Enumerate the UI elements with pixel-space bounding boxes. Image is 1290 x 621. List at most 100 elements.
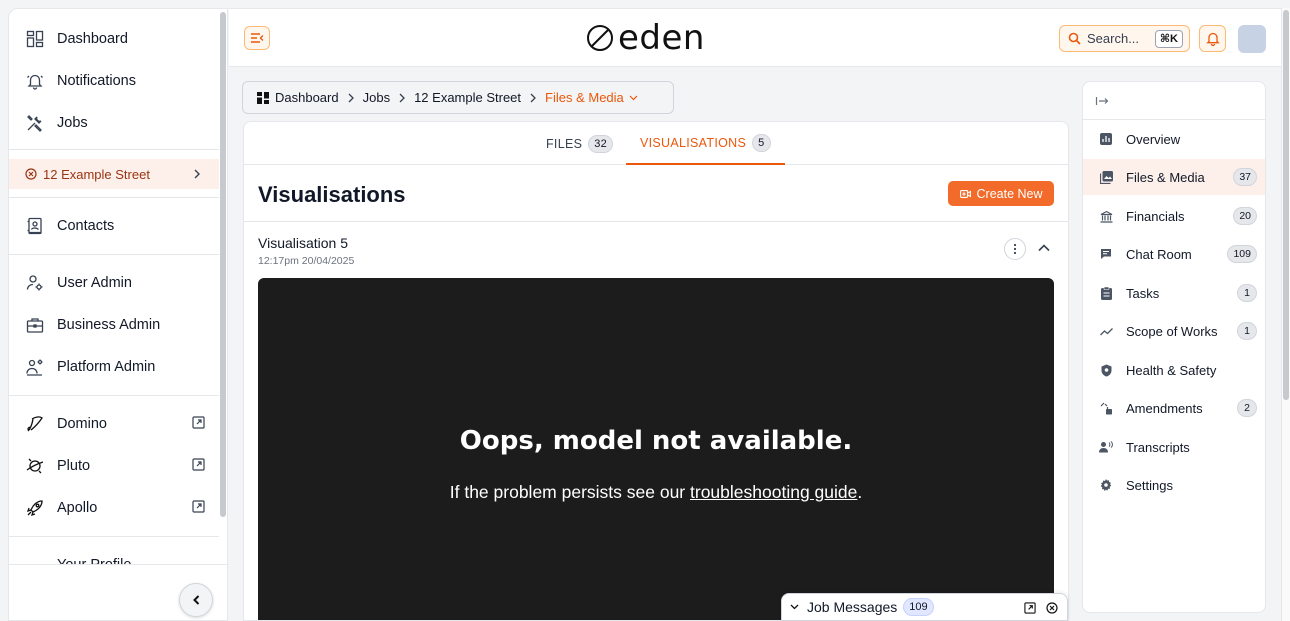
- sidebar-item-current-job[interactable]: 12 Example Street: [9, 159, 219, 189]
- close-circle-icon[interactable]: [1046, 602, 1058, 614]
- external-link-icon[interactable]: [1024, 602, 1036, 614]
- search-shortcut: ⌘K: [1154, 30, 1183, 48]
- search-button[interactable]: Search... ⌘K: [1059, 25, 1190, 52]
- sidebar-item-label: User Admin: [57, 275, 132, 291]
- logo-mark-icon: [584, 22, 616, 54]
- sidebar-item-label: Jobs: [57, 115, 88, 131]
- breadcrumb: Dashboard Jobs 12 Example Street Files &…: [242, 81, 674, 114]
- nav-item-label: Files & Media: [1126, 169, 1205, 185]
- troubleshooting-link[interactable]: troubleshooting guide: [690, 482, 857, 502]
- sidebar-divider: [9, 197, 219, 198]
- clipboard-icon: [1099, 286, 1113, 300]
- tab-label: FILES: [546, 136, 583, 151]
- left-sidebar: Dashboard Notifications Jobs 12 Example …: [8, 8, 228, 621]
- collapse-sidebar-button[interactable]: [179, 583, 213, 617]
- nav-item-label: Amendments: [1126, 400, 1203, 416]
- breadcrumb-job[interactable]: 12 Example Street: [414, 90, 521, 105]
- sidebar-item-business-admin[interactable]: Business Admin: [9, 307, 219, 343]
- sidebar-item-label: Notifications: [57, 73, 136, 89]
- nav-item-files-media[interactable]: Files & Media 37: [1083, 159, 1265, 195]
- nav-item-tasks[interactable]: Tasks 1: [1083, 275, 1265, 311]
- nav-item-count: 2: [1237, 399, 1257, 417]
- breadcrumb-jobs[interactable]: Jobs: [363, 90, 390, 105]
- bell-icon: [1205, 31, 1220, 46]
- tab-label: VISUALISATIONS: [640, 135, 747, 150]
- sidebar-item-pluto[interactable]: Pluto: [9, 448, 219, 484]
- contacts-icon: [25, 216, 45, 236]
- chat-icon: [1099, 247, 1113, 261]
- chevron-up-icon: [1036, 240, 1052, 256]
- chevron-down-icon[interactable]: [629, 95, 638, 101]
- tab-count: 32: [588, 134, 614, 153]
- chevron-right-icon: [399, 93, 405, 103]
- job-messages-label: Job Messages: [807, 599, 898, 615]
- sidebar-item-label: Contacts: [57, 218, 115, 234]
- user-avatar[interactable]: [1238, 25, 1266, 53]
- nav-item-label: Transcripts: [1126, 439, 1190, 455]
- sidebar-scrollbar[interactable]: [220, 12, 226, 517]
- pluto-logo-icon: [25, 456, 45, 476]
- tab-visualisations[interactable]: VISUALISATIONS 5: [626, 122, 785, 165]
- job-nav-header: [1083, 82, 1265, 120]
- nav-item-financials[interactable]: Financials 20: [1083, 198, 1265, 234]
- trend-icon: [1099, 324, 1113, 338]
- notifications-button[interactable]: [1199, 25, 1226, 52]
- speaker-user-icon: [1099, 440, 1113, 454]
- nav-item-count: 1: [1237, 284, 1257, 302]
- nav-item-health-safety[interactable]: Health & Safety: [1083, 352, 1265, 388]
- external-link-icon: [192, 500, 205, 513]
- nav-item-overview[interactable]: Overview: [1083, 121, 1265, 157]
- sidebar-item-label: 12 Example Street: [43, 166, 150, 182]
- chevron-right-icon: [348, 93, 354, 103]
- menu-collapse-icon: [250, 32, 264, 44]
- collapse-visualisation-button[interactable]: [1036, 240, 1052, 256]
- nav-item-scope-of-works[interactable]: Scope of Works 1: [1083, 313, 1265, 349]
- sidebar-item-contacts[interactable]: Contacts: [9, 208, 219, 244]
- breadcrumb-current[interactable]: Files & Media: [545, 90, 624, 105]
- briefcase-icon: [25, 315, 45, 335]
- user-gear-icon: [25, 273, 45, 293]
- sidebar-item-apollo[interactable]: Apollo: [9, 490, 219, 526]
- sidebar-footer: [9, 564, 227, 620]
- bell-icon: [25, 71, 45, 91]
- rocket-icon: [25, 498, 45, 518]
- tools-icon: [25, 113, 45, 133]
- amend-icon: [1099, 401, 1113, 415]
- sidebar-item-notifications[interactable]: Notifications: [9, 63, 219, 99]
- expand-panel-icon[interactable]: [1095, 95, 1109, 107]
- create-new-label: Create New: [976, 186, 1043, 201]
- nav-item-amendments[interactable]: Amendments 2: [1083, 390, 1265, 426]
- more-options-button[interactable]: [1004, 238, 1026, 260]
- sidebar-item-user-admin[interactable]: User Admin: [9, 265, 219, 301]
- tab-files[interactable]: FILES 32: [546, 122, 614, 165]
- sidebar-item-label: Dashboard: [57, 31, 128, 47]
- sidebar-item-jobs[interactable]: Jobs: [9, 105, 219, 141]
- toggle-menu-button[interactable]: [244, 26, 270, 50]
- job-messages-panel[interactable]: Job Messages 109: [781, 593, 1068, 621]
- tab-bar: FILES 32 VISUALISATIONS 5: [244, 122, 1068, 165]
- sidebar-item-label: Platform Admin: [57, 359, 156, 375]
- gear-icon: [1099, 478, 1113, 492]
- nav-item-count: 109: [1227, 245, 1257, 263]
- chevron-down-icon[interactable]: [790, 604, 799, 610]
- nav-item-transcripts[interactable]: Transcripts: [1083, 429, 1265, 465]
- nav-item-chat-room[interactable]: Chat Room 109: [1083, 236, 1265, 272]
- sidebar-item-label: Domino: [57, 416, 107, 432]
- nav-item-label: Chat Room: [1126, 246, 1192, 262]
- nav-item-settings[interactable]: Settings: [1083, 467, 1265, 503]
- sidebar-item-domino[interactable]: Domino: [9, 406, 219, 442]
- sidebar-item-platform-admin[interactable]: Platform Admin: [9, 349, 219, 385]
- nav-item-count: 1: [1237, 322, 1257, 340]
- sidebar-divider: [9, 536, 219, 537]
- external-link-icon: [192, 416, 205, 429]
- search-icon: [1068, 32, 1081, 45]
- eden-logo: eden: [584, 19, 705, 57]
- sidebar-item-dashboard[interactable]: Dashboard: [9, 21, 219, 57]
- model-viewer[interactable]: Oops, model not available. If the proble…: [258, 278, 1054, 620]
- breadcrumb-dashboard[interactable]: Dashboard: [275, 90, 339, 105]
- page-scrollbar-thumb[interactable]: [1283, 10, 1289, 400]
- create-new-button[interactable]: Create New: [948, 181, 1054, 206]
- sidebar-item-label: Business Admin: [57, 317, 161, 333]
- dashboard-icon: [25, 29, 45, 49]
- grid-icon: [257, 91, 269, 104]
